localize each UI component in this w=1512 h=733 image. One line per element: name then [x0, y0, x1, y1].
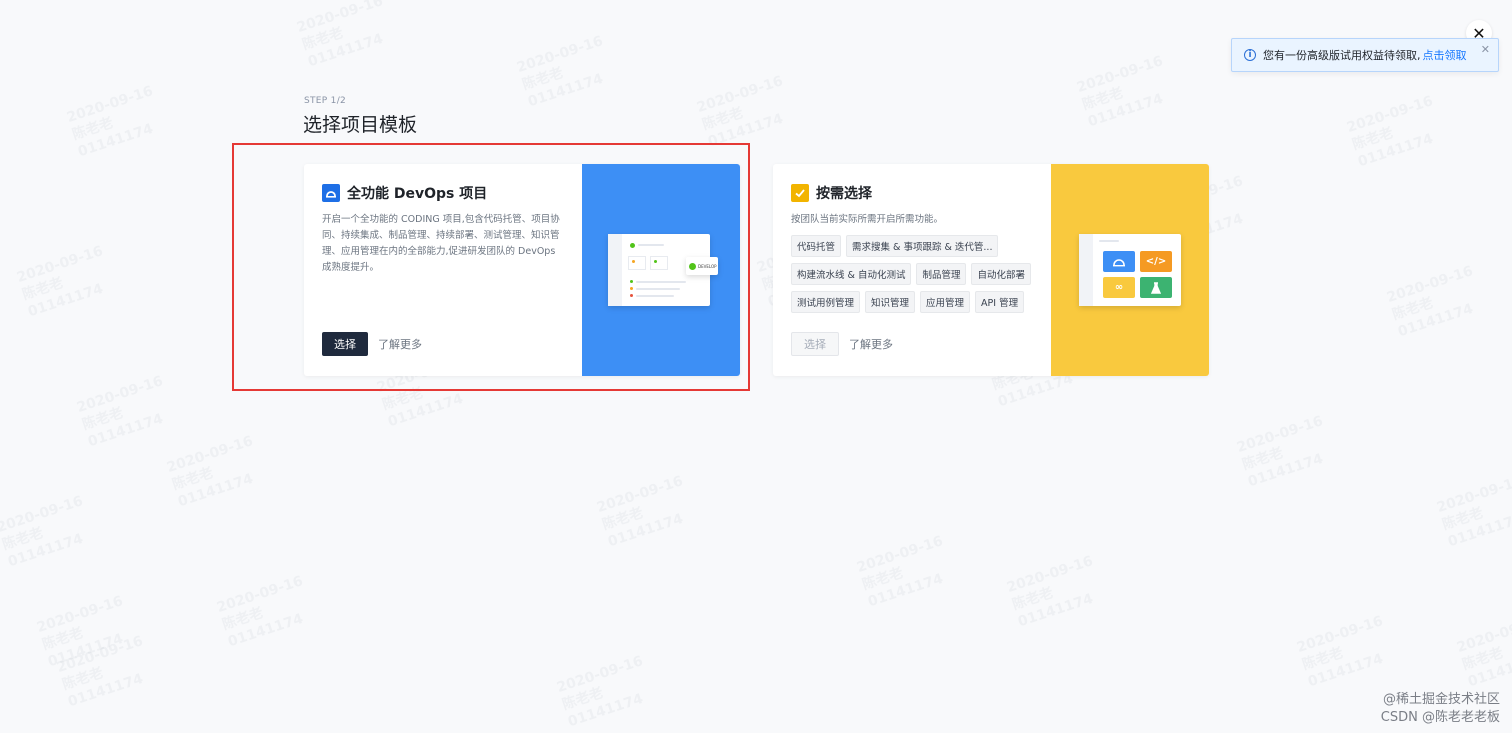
feature-tag: 测试用例管理	[791, 291, 861, 313]
card-illustration-panel: </> ∞	[1051, 164, 1209, 376]
feature-tag: 需求搜集 & 事项跟踪 & 迭代管...	[846, 235, 999, 257]
illustration-window: </> ∞	[1079, 234, 1181, 306]
feature-tag-list: 代码托管 需求搜集 & 事项跟踪 & 迭代管... 构建流水线 & 自动化测试 制品管…	[791, 235, 1035, 313]
template-card-custom[interactable]: 按需选择 按团队当前实际所需开启所需功能。 代码托管 需求搜集 & 事项跟踪 & …	[773, 164, 1209, 376]
card-description: 开启一个全功能的 CODING 项目,包含代码托管、项目协同、持续集成、制品管理…	[322, 214, 560, 273]
card-title: 全功能 DevOps 项目	[347, 186, 488, 202]
select-button[interactable]: 选择	[791, 332, 839, 356]
pipeline-tile-icon: ∞	[1103, 277, 1135, 298]
test-tile-icon	[1140, 277, 1172, 298]
feature-tag: 构建流水线 & 自动化测试	[791, 263, 912, 285]
watermark-layer: 2020-09-16 陈老老 01141174 2020-09-16 陈老老 011411…	[0, 0, 1512, 731]
info-icon: i	[1244, 49, 1256, 61]
feature-tag: 知识管理	[865, 291, 916, 313]
claim-link[interactable]: 点击领取	[1423, 47, 1467, 63]
trial-notice-banner: i 您有一份高级版试用权益待领取, 点击领取 ✕	[1231, 38, 1499, 72]
check-icon	[791, 184, 809, 202]
feature-tag: 制品管理	[916, 263, 967, 285]
notice-text: 您有一份高级版试用权益待领取,	[1263, 49, 1421, 62]
template-card-full-devops[interactable]: 全功能 DevOps 项目 开启一个全功能的 CODING 项目,包含代码托管、…	[304, 164, 740, 376]
card-description: 按团队当前实际所需开启所需功能。	[791, 214, 944, 225]
coding-logo-icon	[322, 184, 340, 202]
notice-close-icon[interactable]: ✕	[1481, 43, 1490, 56]
learn-more-link[interactable]: 了解更多	[378, 336, 422, 352]
step-indicator: STEP 1/2	[304, 96, 347, 106]
brand-watermark: @稀土掘金技术社区 CSDN @陈老老老板	[1380, 692, 1500, 725]
page-title: 选择项目模板	[303, 114, 418, 136]
card-title: 按需选择	[816, 186, 872, 202]
feature-tag: 应用管理	[920, 291, 971, 313]
select-button[interactable]: 选择	[322, 332, 368, 356]
feature-tag: API 管理	[975, 291, 1025, 313]
feature-tag: 自动化部署	[971, 263, 1031, 285]
feature-tag: 代码托管	[791, 235, 842, 257]
code-tile-icon: </>	[1140, 251, 1172, 272]
card-illustration-panel: DEVELOP	[582, 164, 740, 376]
issue-tile-icon	[1103, 251, 1135, 272]
learn-more-link[interactable]: 了解更多	[849, 336, 893, 352]
illustration-badge: DEVELOP	[686, 257, 718, 275]
